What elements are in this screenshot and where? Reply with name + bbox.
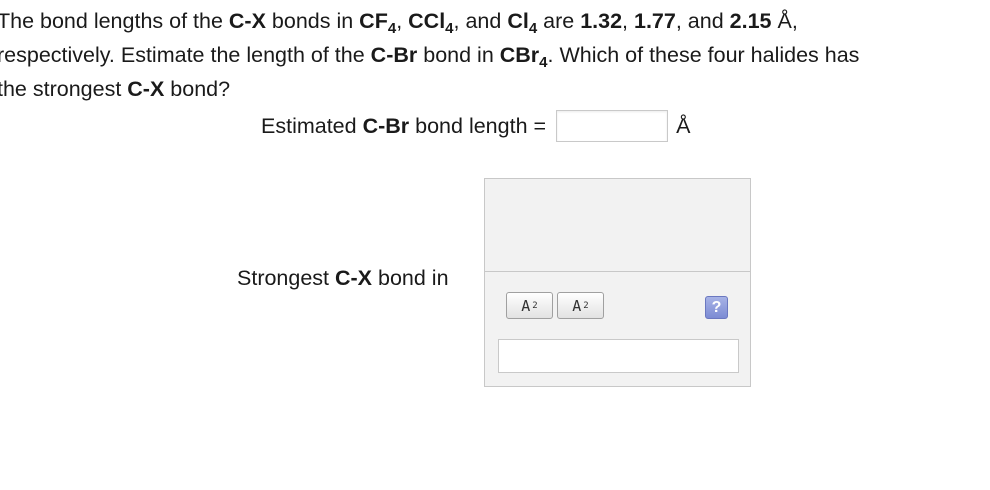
question-page: The bond lengths of the C-X bonds in CF4…	[0, 0, 990, 490]
subscript-button[interactable]: A2	[506, 292, 553, 319]
bond-length-row: Estimated C-Br bond length = Å	[261, 108, 690, 144]
superscript-button[interactable]: A2	[557, 292, 604, 319]
strongest-bond-label: Strongest C-X bond in	[237, 266, 449, 290]
help-icon[interactable]: ?	[705, 296, 728, 319]
question-line-1: The bond lengths of the C-X bonds in CF4…	[0, 9, 798, 37]
bond-length-label: Estimated C-Br bond length =	[261, 113, 547, 138]
bond-length-input[interactable]	[556, 110, 669, 142]
question-text: The bond lengths of the C-X bonds in CF4…	[0, 4, 987, 106]
strongest-bond-answer-box: A2 A2 ?	[484, 178, 751, 387]
format-toolbar: A2 A2	[506, 292, 604, 319]
angstrom-unit: Å	[676, 113, 691, 138]
answer-preview-pane	[485, 179, 750, 272]
question-line-2: respectively. Estimate the length of the…	[0, 43, 860, 71]
question-line-3: the strongest C-X bond?	[0, 77, 231, 101]
strongest-bond-input[interactable]	[498, 339, 739, 373]
